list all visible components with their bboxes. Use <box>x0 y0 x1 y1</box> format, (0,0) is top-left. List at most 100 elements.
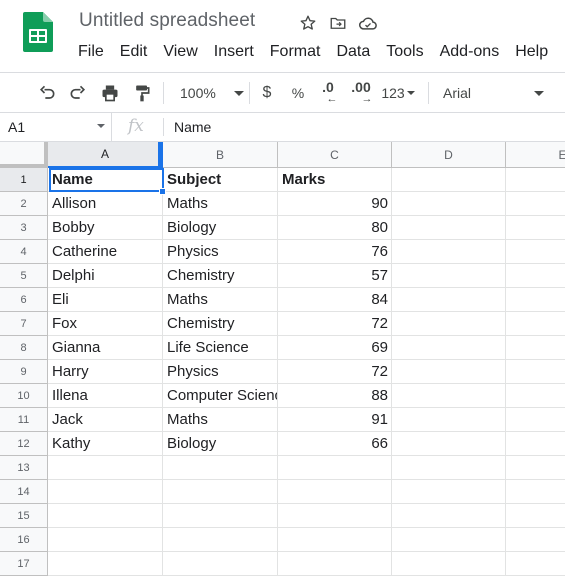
grid-cell[interactable] <box>506 384 565 408</box>
grid-cell[interactable]: 69 <box>278 336 392 360</box>
row-header[interactable]: 12 <box>0 432 48 456</box>
menu-edit[interactable]: Edit <box>112 42 156 62</box>
undo-icon[interactable] <box>34 73 60 113</box>
grid-cell[interactable]: Maths <box>163 408 278 432</box>
grid-cell[interactable] <box>392 336 506 360</box>
grid-cell[interactable] <box>163 456 278 480</box>
grid-cell[interactable]: 80 <box>278 216 392 240</box>
row-header[interactable]: 3 <box>0 216 48 240</box>
grid-cell[interactable] <box>392 480 506 504</box>
grid-cell[interactable] <box>506 216 565 240</box>
row-header[interactable]: 17 <box>0 552 48 576</box>
print-icon[interactable] <box>97 73 123 113</box>
grid-cell[interactable] <box>392 456 506 480</box>
grid-cell[interactable] <box>163 528 278 552</box>
grid-cell[interactable]: Maths <box>163 192 278 216</box>
grid-cell[interactable] <box>392 384 506 408</box>
grid-cell[interactable]: 72 <box>278 312 392 336</box>
column-header-e[interactable]: E <box>506 142 565 168</box>
grid-cell[interactable] <box>506 264 565 288</box>
grid-cell[interactable]: Bobby <box>48 216 163 240</box>
grid-cell[interactable] <box>506 480 565 504</box>
grid-cell[interactable] <box>506 360 565 384</box>
grid-cell[interactable] <box>392 360 506 384</box>
grid-cell[interactable]: Kathy <box>48 432 163 456</box>
column-header-b[interactable]: B <box>163 142 278 168</box>
grid-cell[interactable]: Illena <box>48 384 163 408</box>
grid-cell[interactable] <box>48 480 163 504</box>
row-header[interactable]: 15 <box>0 504 48 528</box>
grid-cell[interactable]: 91 <box>278 408 392 432</box>
grid-cell[interactable] <box>48 456 163 480</box>
row-header[interactable]: 5 <box>0 264 48 288</box>
row-header[interactable]: 10 <box>0 384 48 408</box>
grid-cell[interactable]: Fox <box>48 312 163 336</box>
grid-cell[interactable] <box>506 456 565 480</box>
grid-cell[interactable]: Jack <box>48 408 163 432</box>
grid-cell[interactable] <box>392 552 506 576</box>
grid-cell[interactable] <box>506 432 565 456</box>
grid-cell[interactable] <box>506 192 565 216</box>
row-header[interactable]: 13 <box>0 456 48 480</box>
grid-cell[interactable] <box>278 480 392 504</box>
grid-cell[interactable]: 84 <box>278 288 392 312</box>
row-header[interactable]: 9 <box>0 360 48 384</box>
menu-help[interactable]: Help <box>507 42 556 62</box>
row-header[interactable]: 2 <box>0 192 48 216</box>
row-header[interactable]: 14 <box>0 480 48 504</box>
grid-cell[interactable]: Biology <box>163 432 278 456</box>
grid-cell[interactable]: 88 <box>278 384 392 408</box>
grid-cell[interactable] <box>506 312 565 336</box>
grid-cell[interactable] <box>163 552 278 576</box>
grid-cell[interactable] <box>506 168 565 192</box>
grid-cell[interactable]: Delphi <box>48 264 163 288</box>
name-box[interactable]: A1 <box>0 113 112 141</box>
menu-data[interactable]: Data <box>328 42 378 62</box>
grid-cell[interactable]: 66 <box>278 432 392 456</box>
row-header[interactable]: 7 <box>0 312 48 336</box>
grid-cell[interactable]: Physics <box>163 360 278 384</box>
grid-cell[interactable]: Catherine <box>48 240 163 264</box>
grid-cell[interactable] <box>48 552 163 576</box>
grid-cell[interactable]: Physics <box>163 240 278 264</box>
grid-cell[interactable] <box>278 528 392 552</box>
grid-cell[interactable] <box>506 504 565 528</box>
column-resize-handle[interactable] <box>158 142 163 168</box>
grid-cell[interactable] <box>392 216 506 240</box>
select-all-corner[interactable] <box>0 142 48 168</box>
grid-cell[interactable] <box>506 408 565 432</box>
grid-cell[interactable] <box>392 168 506 192</box>
redo-icon[interactable] <box>65 73 91 113</box>
header-cell[interactable]: Subject <box>163 168 278 192</box>
header-cell[interactable]: Name <box>48 168 163 192</box>
grid-cell[interactable]: Life Science <box>163 336 278 360</box>
grid-cell[interactable] <box>392 288 506 312</box>
formula-input[interactable]: Name <box>174 119 211 135</box>
grid-cell[interactable] <box>48 504 163 528</box>
move-to-folder-icon[interactable] <box>327 12 349 34</box>
fill-handle[interactable] <box>159 188 166 195</box>
increase-decimal-button[interactable]: .00 → <box>346 73 376 113</box>
zoom-select[interactable]: 100% <box>174 73 244 113</box>
grid-cell[interactable]: 90 <box>278 192 392 216</box>
menu-addons[interactable]: Add-ons <box>432 42 508 62</box>
grid-cell[interactable]: Eli <box>48 288 163 312</box>
grid-cell[interactable]: Computer Science <box>163 384 278 408</box>
grid-cell[interactable] <box>278 552 392 576</box>
grid-cell[interactable] <box>392 240 506 264</box>
grid-cell[interactable]: 76 <box>278 240 392 264</box>
document-title[interactable]: Untitled spreadsheet <box>79 10 255 32</box>
grid-cell[interactable]: Gianna <box>48 336 163 360</box>
menu-tools[interactable]: Tools <box>378 42 431 62</box>
grid-cell[interactable] <box>392 432 506 456</box>
more-formats-button[interactable]: 123 <box>379 73 417 113</box>
header-cell[interactable]: Marks <box>278 168 392 192</box>
currency-format-button[interactable]: $ <box>256 73 278 113</box>
grid-cell[interactable] <box>506 336 565 360</box>
grid-cell[interactable] <box>392 192 506 216</box>
grid-cell[interactable] <box>278 504 392 528</box>
grid-cell[interactable]: Harry <box>48 360 163 384</box>
grid-cell[interactable]: Chemistry <box>163 312 278 336</box>
row-header[interactable]: 1 <box>0 168 48 192</box>
grid-cell[interactable] <box>163 504 278 528</box>
